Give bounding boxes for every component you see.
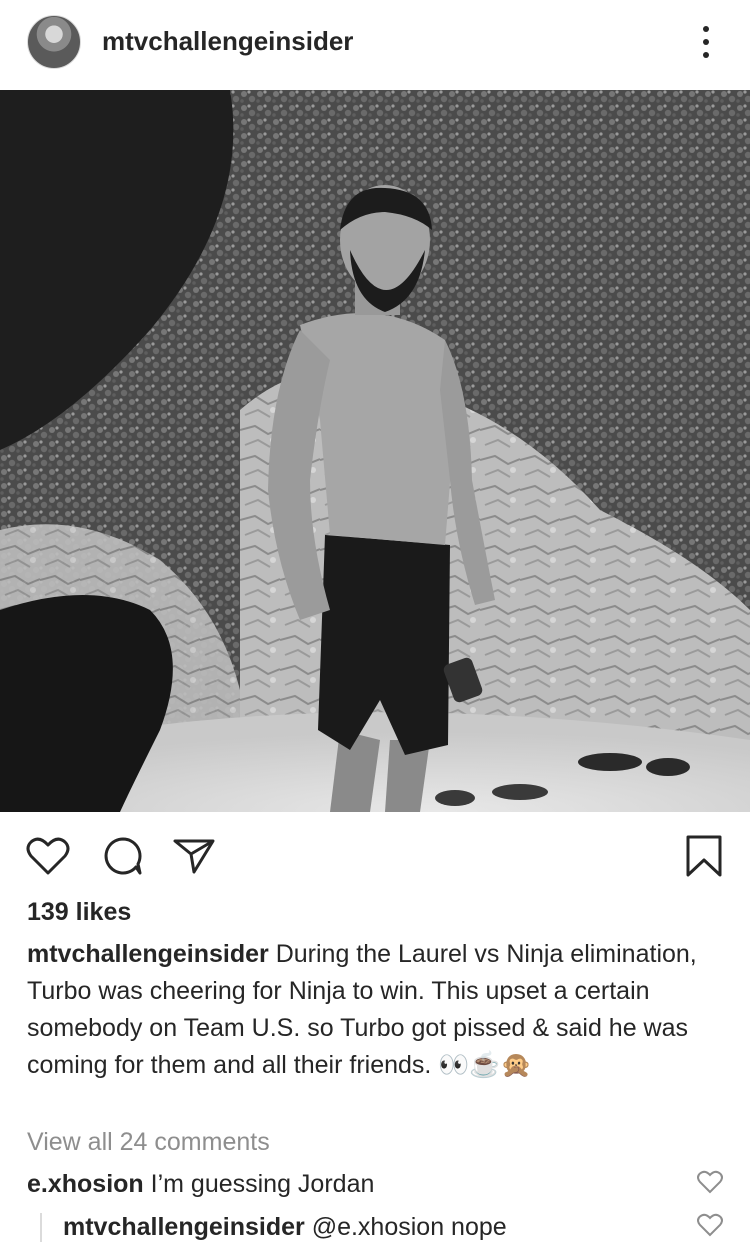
view-all-comments-link[interactable]: View all 24 comments [27, 1128, 270, 1157]
more-options-icon[interactable] [690, 22, 722, 62]
comment-item: e.xhosion I’m guessing Jordan [27, 1170, 374, 1199]
post-header: mtvchallengeinsider [0, 0, 750, 90]
caption-username[interactable]: mtvchallengeinsider [27, 940, 269, 968]
reply-like-icon[interactable] [697, 1213, 723, 1237]
reply-username[interactable]: mtvchallengeinsider [63, 1213, 305, 1241]
comment-text: I’m guessing Jordan [150, 1170, 375, 1198]
heart-outline-icon[interactable] [24, 832, 72, 880]
reply-text: @e.xhosion nope [311, 1213, 507, 1241]
comment-username[interactable]: e.xhosion [27, 1170, 144, 1198]
paper-plane-icon[interactable] [170, 832, 218, 880]
reply-item: mtvchallengeinsider @e.xhosion nope [63, 1213, 507, 1242]
avatar[interactable] [27, 15, 81, 69]
post-photo[interactable] [0, 90, 750, 812]
comment-like-icon[interactable] [697, 1170, 723, 1194]
likes-count[interactable]: 139 likes [27, 898, 131, 927]
reply-thread-line [40, 1213, 42, 1242]
speech-bubble-icon[interactable] [99, 832, 147, 880]
post-caption: mtvchallengeinsider During the Laurel vs… [27, 936, 727, 1084]
post-photo-image [0, 90, 750, 812]
post-username[interactable]: mtvchallengeinsider [102, 26, 353, 57]
bookmark-icon[interactable] [680, 832, 728, 880]
post-action-bar [0, 812, 750, 894]
